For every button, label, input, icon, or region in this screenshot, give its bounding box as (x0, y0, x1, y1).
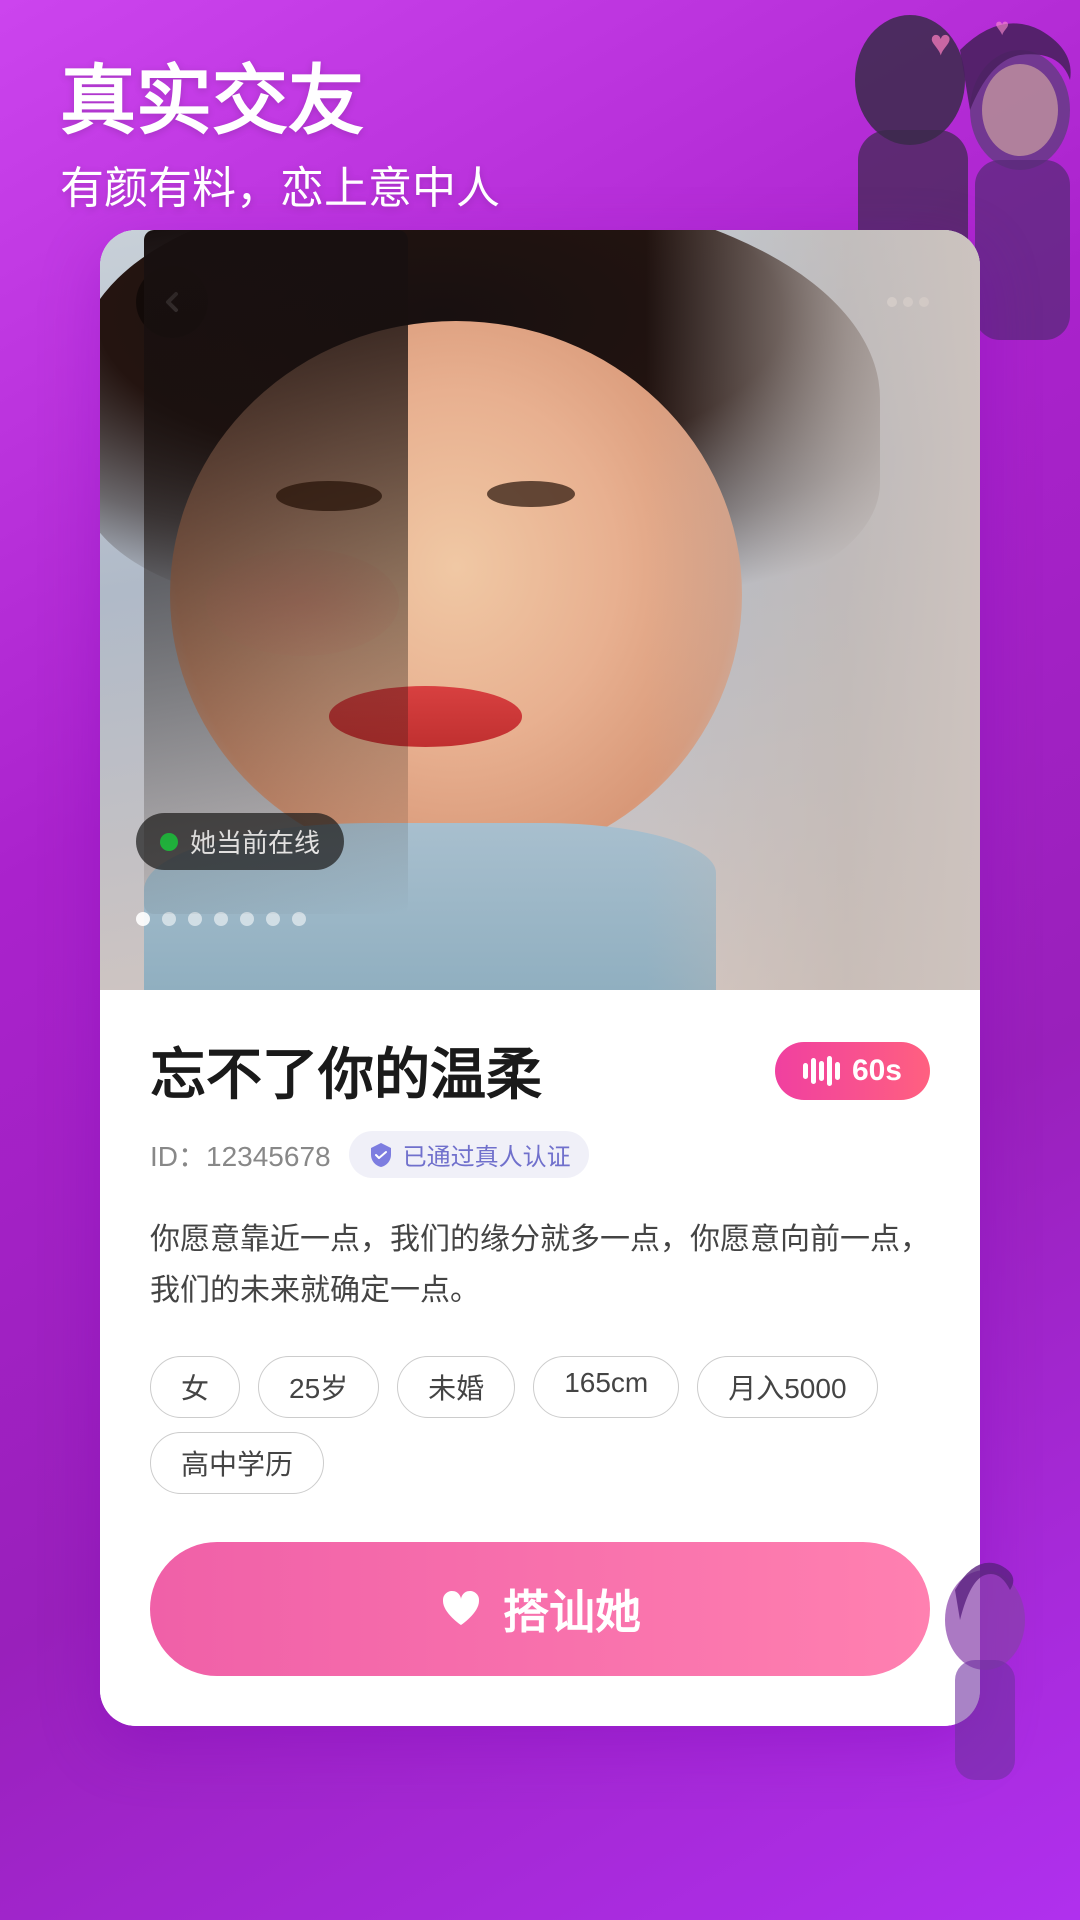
dot-7 (292, 912, 306, 926)
dot-3 (188, 912, 202, 926)
tag-income: 月入5000 (697, 1356, 877, 1418)
shield-check-icon (367, 1141, 395, 1169)
tag-age: 25岁 (258, 1356, 379, 1418)
name-voice-row: 忘不了你的温柔 60s (150, 1030, 930, 1111)
header-section: 真实交友 有颜有料，恋上意中人 (60, 60, 500, 216)
page-title: 真实交友 (60, 60, 500, 144)
id-verified-row: ID：12345678 已通过真人认证 (150, 1131, 930, 1178)
tag-marital: 未婚 (397, 1356, 515, 1418)
tags-row-1: 女 25岁 未婚 165cm 月入5000 (150, 1356, 930, 1418)
profile-name: 忘不了你的温柔 (150, 1030, 542, 1111)
dot-4 (214, 912, 228, 926)
dot-6 (266, 912, 280, 926)
photo-fade-right (646, 230, 980, 990)
id-label: ID：12345678 (150, 1135, 331, 1175)
profile-card: 她当前在线 忘不了你的温柔 (100, 230, 980, 1726)
voice-badge-button[interactable]: 60s (775, 1042, 930, 1100)
hair-strand-left (144, 230, 408, 914)
tag-education: 高中学历 (150, 1432, 324, 1494)
page-subtitle: 有颜有料，恋上意中人 (60, 152, 500, 216)
dot-2 (162, 912, 176, 926)
cta-button-label: 搭讪她 (503, 1576, 641, 1642)
profile-bio: 你愿意靠近一点，我们的缘分就多一点，你愿意向前一点，我们的未来就确定一点。 (150, 1214, 930, 1316)
profile-photo-area: 她当前在线 (100, 230, 980, 990)
heart-icon (439, 1587, 483, 1631)
dot-5 (240, 912, 254, 926)
audio-waveform-icon (803, 1056, 840, 1086)
flirt-button[interactable]: 搭讪她 (150, 1542, 930, 1676)
voice-duration-text: 60s (852, 1054, 902, 1088)
tag-gender: 女 (150, 1356, 240, 1418)
photo-dots-pagination (136, 912, 306, 926)
card-info-section: 忘不了你的温柔 60s ID：12345678 (100, 990, 980, 1726)
tags-row-2: 高中学历 (150, 1432, 930, 1494)
verified-badge: 已通过真人认证 (349, 1131, 589, 1178)
verified-text: 已通过真人认证 (403, 1137, 571, 1172)
tag-height: 165cm (533, 1356, 679, 1418)
dot-1 (136, 912, 150, 926)
eye-left (276, 481, 382, 511)
